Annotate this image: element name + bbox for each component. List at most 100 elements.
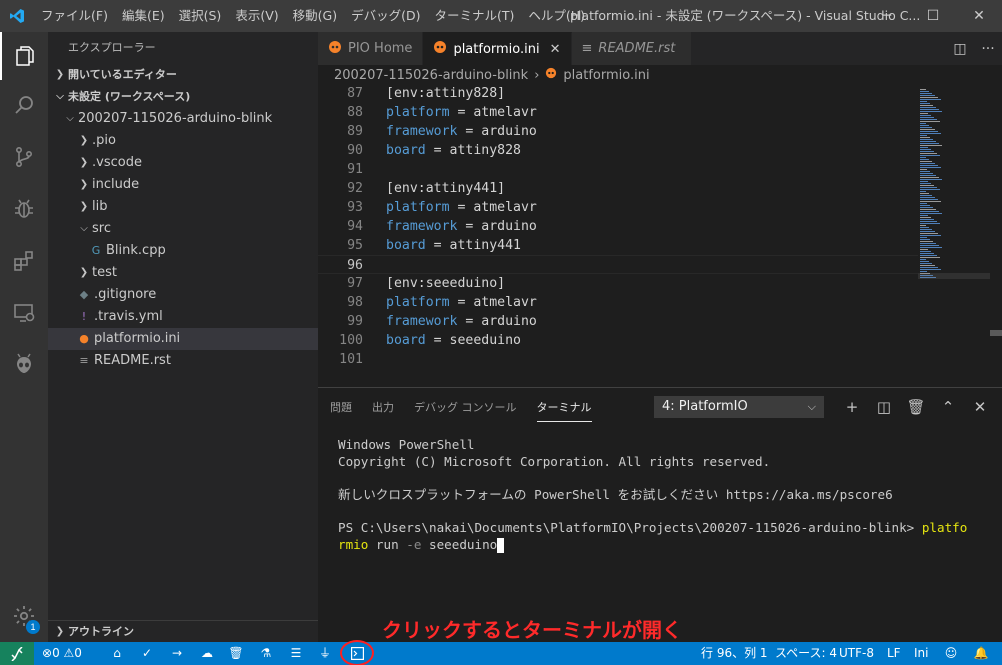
menu-selection[interactable]: 選択(S) bbox=[172, 0, 229, 32]
platformio-alien-icon[interactable] bbox=[0, 341, 48, 389]
minimap-line bbox=[920, 265, 935, 266]
minimap-line bbox=[920, 103, 930, 104]
close-window-button[interactable]: ✕ bbox=[956, 0, 1002, 32]
project-folder[interactable]: ⌵ 200207-115026-arduino-blink bbox=[48, 108, 318, 130]
chevron-right-icon: ❯ bbox=[79, 157, 89, 168]
indentation-status[interactable]: スペース: 4 bbox=[775, 642, 837, 665]
split-terminal-icon[interactable]: ◫ bbox=[868, 398, 900, 416]
new-terminal-plus-icon[interactable]: + bbox=[836, 398, 868, 416]
outline-section[interactable]: ❯ アウトライン bbox=[48, 620, 318, 642]
tree-file[interactable]: ● platformio.ini bbox=[48, 328, 318, 350]
tree-folder[interactable]: ❯ .vscode bbox=[48, 152, 318, 174]
tab-problems[interactable]: 問題 bbox=[330, 393, 352, 421]
explorer-icon[interactable] bbox=[0, 32, 48, 80]
minimap-line bbox=[920, 191, 926, 192]
tree-folder[interactable]: ⌵ src bbox=[48, 218, 318, 240]
minimap[interactable] bbox=[918, 87, 990, 287]
code-line: 94 framework = arduino bbox=[318, 217, 918, 236]
debug-icon[interactable] bbox=[0, 185, 48, 233]
problems-status[interactable]: ⊗0 ⚠0 bbox=[42, 642, 82, 665]
feedback-smiley-icon[interactable]: ☺ bbox=[942, 642, 960, 665]
code-line: 101 bbox=[318, 350, 918, 369]
pio-serial-monitor-plug-icon[interactable]: ⏚ bbox=[316, 642, 334, 665]
vscode-logo-icon bbox=[0, 0, 34, 32]
minimap-line bbox=[920, 231, 935, 232]
terminal-command: rmio bbox=[338, 537, 369, 552]
kill-terminal-trash-icon[interactable]: 🗑 bbox=[900, 398, 932, 416]
pio-remote-upload-cloud-icon[interactable]: ☁ bbox=[196, 642, 218, 665]
more-actions-icon[interactable]: ··· bbox=[974, 41, 1002, 57]
terminal-output[interactable]: Windows PowerShell Copyright (C) Microso… bbox=[338, 436, 988, 553]
tree-folder[interactable]: ❯ test bbox=[48, 262, 318, 284]
source-control-icon[interactable] bbox=[0, 133, 48, 181]
tree-file[interactable]: ≡ README.rst bbox=[48, 350, 318, 372]
breadcrumb: 200207-115026-arduino-blink › platformio… bbox=[318, 65, 1002, 87]
search-icon[interactable] bbox=[0, 81, 48, 129]
extensions-icon[interactable] bbox=[0, 237, 48, 285]
menu-debug[interactable]: デバッグ(D) bbox=[344, 0, 427, 32]
pio-tasks-list-icon[interactable]: ☰ bbox=[287, 642, 305, 665]
git-file-icon: ◆ bbox=[79, 288, 89, 301]
close-tab-icon[interactable]: ✕ bbox=[550, 42, 561, 57]
minimap-line bbox=[920, 187, 937, 188]
tree-file[interactable]: ◆ .gitignore bbox=[48, 284, 318, 306]
maximize-panel-chevron-up-icon[interactable]: ⌃ bbox=[932, 398, 964, 416]
menu-terminal[interactable]: ターミナル(T) bbox=[427, 0, 521, 32]
minimap-line bbox=[920, 123, 926, 124]
code-text: framework = arduino bbox=[386, 314, 537, 329]
tab-output[interactable]: 出力 bbox=[372, 393, 394, 421]
workspace-label: 未設定 (ワークスペース) bbox=[68, 90, 191, 103]
tree-file[interactable]: ! .travis.yml bbox=[48, 306, 318, 328]
minimize-button[interactable]: ─ bbox=[864, 0, 910, 32]
editor-actions: ◫ ··· bbox=[946, 32, 1002, 65]
minimap-line bbox=[920, 233, 938, 234]
settings-gear-icon[interactable]: 1 bbox=[0, 592, 48, 640]
tab-pio-home[interactable]: PIO Home bbox=[318, 32, 424, 65]
code-editor[interactable]: 87 [env:attiny828] 88 platform = atmelavr 89… bbox=[318, 87, 1002, 387]
tree-item-label: README.rst bbox=[94, 353, 171, 368]
close-panel-icon[interactable]: ✕ bbox=[964, 398, 996, 416]
open-editors-section[interactable]: ❯ 開いているエディター bbox=[48, 64, 318, 86]
breadcrumb-folder[interactable]: 200207-115026-arduino-blink bbox=[334, 65, 528, 87]
tab-readme-rst[interactable]: ≡ README.rst bbox=[571, 32, 692, 65]
line-number: 90 bbox=[347, 143, 363, 158]
notifications-bell-icon[interactable]: 🔔 bbox=[972, 642, 990, 665]
encoding-status[interactable]: UTF-8 bbox=[839, 642, 874, 665]
menu-go[interactable]: 移動(G) bbox=[286, 0, 344, 32]
maximize-button[interactable]: ☐ bbox=[910, 0, 956, 32]
pio-home-icon[interactable]: ⌂ bbox=[108, 642, 126, 665]
cursor-position[interactable]: 行 96、列 1 bbox=[701, 642, 768, 665]
tree-folder[interactable]: ❯ include bbox=[48, 174, 318, 196]
minimap-line bbox=[920, 193, 929, 194]
menu-edit[interactable]: 編集(E) bbox=[115, 0, 172, 32]
ini-key: board bbox=[386, 333, 426, 348]
activity-bar: 1 bbox=[0, 32, 48, 642]
language-mode[interactable]: Ini bbox=[914, 642, 928, 665]
remote-indicator-icon[interactable] bbox=[0, 642, 34, 665]
editor-scrollbar[interactable] bbox=[990, 87, 1002, 387]
code-line: 93 platform = atmelavr bbox=[318, 198, 918, 217]
tree-file[interactable]: G Blink.cpp bbox=[48, 240, 318, 262]
scroll-thumb[interactable] bbox=[990, 330, 1002, 336]
minimap-line bbox=[920, 107, 936, 108]
tab-terminal[interactable]: ターミナル bbox=[536, 393, 592, 422]
tree-folder[interactable]: ❯ .pio bbox=[48, 130, 318, 152]
tab-platformio-ini[interactable]: platformio.ini ✕ bbox=[423, 32, 572, 65]
pio-upload-arrow-icon[interactable]: → bbox=[168, 642, 186, 665]
workspace-section[interactable]: ⌵ 未設定 (ワークスペース) bbox=[48, 86, 318, 108]
breadcrumb-file[interactable]: platformio.ini bbox=[563, 65, 649, 87]
remote-explorer-icon[interactable] bbox=[0, 289, 48, 337]
code-text: [env:attiny441] bbox=[386, 181, 506, 196]
minimap-line bbox=[920, 229, 932, 230]
split-editor-icon[interactable]: ◫ bbox=[946, 41, 974, 57]
pio-build-check-icon[interactable]: ✓ bbox=[138, 642, 156, 665]
terminal-select[interactable]: 4: PlatformIO ⌵ bbox=[654, 396, 824, 418]
pio-test-flask-icon[interactable]: ⚗ bbox=[257, 642, 275, 665]
eol-status[interactable]: LF bbox=[887, 642, 901, 665]
menu-file[interactable]: ファイル(F) bbox=[34, 0, 115, 32]
tree-folder[interactable]: ❯ lib bbox=[48, 196, 318, 218]
pio-clean-trash-icon[interactable]: 🗑 bbox=[227, 642, 245, 665]
menu-view[interactable]: 表示(V) bbox=[228, 0, 285, 32]
minimap-line bbox=[920, 113, 928, 114]
tab-debug-console[interactable]: デバッグ コンソール bbox=[414, 393, 517, 421]
